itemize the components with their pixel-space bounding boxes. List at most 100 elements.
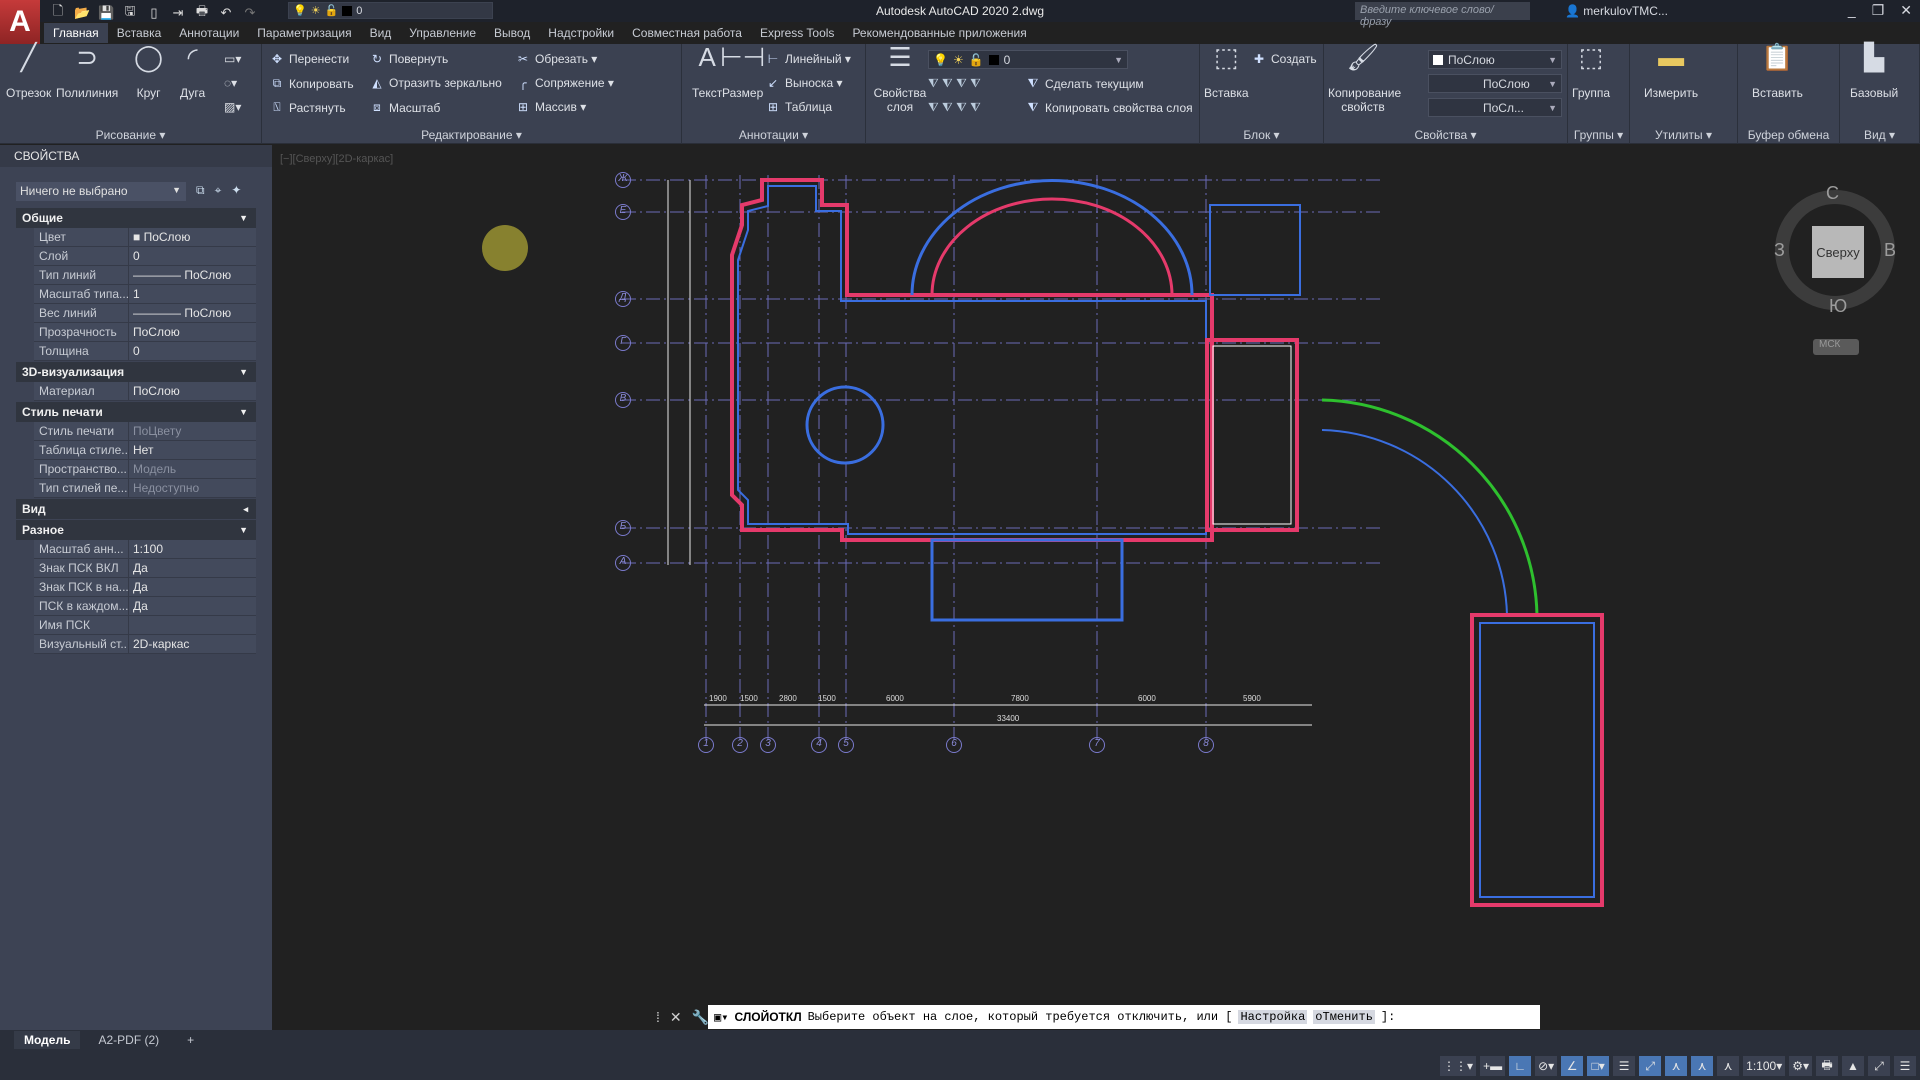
save-icon[interactable]: 💾 <box>98 5 114 21</box>
property-row[interactable]: Слой 0 <box>34 247 256 266</box>
mirror-button[interactable]: ◭ Отразить зеркально <box>370 76 501 90</box>
match-layer-button[interactable]: ⧨ Копировать свойства слоя <box>1026 100 1193 115</box>
move-button[interactable]: ✥ Перенести <box>270 52 349 66</box>
layer-properties-button[interactable]: ☰ Свойства слоя <box>870 44 930 114</box>
drawing-canvas[interactable]: [−][Сверху][2D-каркас] 1 2 3 4 5 6 7 8 1900 1500 2… <box>272 145 1920 1030</box>
panel-modify-title[interactable]: Редактирование ▾ <box>262 128 681 142</box>
selection-dropdown[interactable]: Ничего не выбрано ▼ <box>16 182 186 201</box>
property-row[interactable]: ПСК в каждом... Да <box>34 597 256 616</box>
collapse-icon[interactable]: ▼ <box>239 407 248 417</box>
user-account[interactable]: 👤 merkulovTMC... <box>1565 4 1668 18</box>
quick-select-icon[interactable]: ✦ <box>231 183 241 198</box>
option-settings[interactable]: Настройка <box>1238 1010 1308 1024</box>
text-button[interactable]: A Текст <box>692 44 722 100</box>
save-as-icon[interactable]: 🖫 <box>122 2 138 24</box>
property-value[interactable]: ———— ПоСлою <box>129 266 256 284</box>
category-3[interactable]: Вид ◂ <box>16 499 256 519</box>
linear-dim-button[interactable]: ⊢ Линейный ▾ <box>766 52 851 66</box>
open-icon[interactable]: 📂 <box>74 5 90 21</box>
close-icon[interactable]: ✕ <box>670 1009 682 1026</box>
hatch-button[interactable]: ▨▾ <box>224 100 241 114</box>
property-row[interactable]: Тип линий ———— ПоСлою <box>34 266 256 285</box>
property-row[interactable]: Цвет ■ ПоСлою <box>34 228 256 247</box>
property-row[interactable]: Знак ПСК ВКЛ Да <box>34 559 256 578</box>
property-row[interactable]: Визуальный ст... 2D-каркас <box>34 635 256 654</box>
tab-insert[interactable]: Вставка <box>108 23 171 43</box>
tab-output[interactable]: Вывод <box>485 23 539 43</box>
viewcube-west[interactable]: З <box>1774 240 1785 261</box>
linetype-dropdown[interactable]: ПоСлою ▼ <box>1428 74 1562 93</box>
panel-properties-title[interactable]: Свойства ▾ <box>1324 128 1567 142</box>
property-value[interactable] <box>129 616 256 634</box>
stretch-button[interactable]: ⍂ Растянуть <box>270 100 345 115</box>
property-row[interactable]: Масштаб типа... 1 <box>34 285 256 304</box>
property-row[interactable]: Масштаб анн... 1:100 <box>34 540 256 559</box>
category-0[interactable]: Общие ▼ <box>16 208 256 228</box>
property-row[interactable]: Имя ПСК <box>34 616 256 635</box>
lineweight-icon[interactable]: ☰ <box>1613 1056 1636 1076</box>
property-row[interactable]: Пространство... Модель <box>34 460 256 479</box>
property-value[interactable]: 2D-каркас <box>129 635 256 653</box>
osnap-tracking-icon[interactable]: ∠ <box>1561 1056 1584 1076</box>
undo-icon[interactable]: ↶ <box>218 5 234 21</box>
annotation-scale-icon[interactable]: ⋏ <box>1717 1056 1740 1076</box>
layer-tools-row2[interactable]: ⧨ ⧨ ⧨ ⧨ <box>928 100 981 115</box>
grid-icon[interactable]: ⋮⋮▾ <box>1440 1056 1477 1076</box>
polar-icon[interactable]: ⊘▾ <box>1535 1056 1558 1076</box>
viewcube-north[interactable]: С <box>1826 183 1839 204</box>
qat-layer-dropdown[interactable]: 💡 ☀ 🔓 0 <box>288 2 493 19</box>
match-properties-button[interactable]: 🖌 Копирование свойств <box>1328 44 1401 114</box>
web-icon[interactable]: ▯ <box>146 5 162 21</box>
property-value[interactable]: Модель <box>129 460 256 478</box>
snap-icon[interactable]: +▬ <box>1480 1056 1506 1076</box>
property-value[interactable]: Недоступно <box>129 479 256 497</box>
tab-home[interactable]: Главная <box>44 23 108 43</box>
array-button[interactable]: ⊞ Массив ▾ <box>516 100 586 114</box>
property-row[interactable]: Вес линий ———— ПоСлою <box>34 304 256 323</box>
table-button[interactable]: ⊞ Таблица <box>766 100 832 114</box>
polyline-button[interactable]: ⊃ Полилиния <box>56 44 118 100</box>
property-value[interactable]: Да <box>129 559 256 577</box>
property-row[interactable]: Материал ПоСлою <box>34 382 256 401</box>
property-row[interactable]: Таблица стиле... Нет <box>34 441 256 460</box>
dimension-button[interactable]: ⊢⊣ Размер <box>720 44 765 100</box>
trim-button[interactable]: ✂ Обрезать ▾ <box>516 52 597 66</box>
property-value[interactable]: 0 <box>129 342 256 360</box>
property-value[interactable]: Да <box>129 578 256 596</box>
make-current-button[interactable]: ⧨ Сделать текущим <box>1026 76 1144 91</box>
panel-view-title[interactable]: Вид ▾ <box>1840 128 1919 142</box>
customize-menu-icon[interactable]: ☰ <box>1894 1056 1916 1076</box>
print-icon[interactable]: 🖶 <box>194 2 210 24</box>
property-value[interactable]: Нет <box>129 441 256 459</box>
panel-draw-title[interactable]: Рисование ▾ <box>0 128 261 142</box>
leader-button[interactable]: ↙ Выноска ▾ <box>766 76 843 90</box>
paste-button[interactable]: 📋 Вставить <box>1752 44 1803 100</box>
collapse-icon[interactable]: ▼ <box>239 367 248 377</box>
tab-view[interactable]: Вид <box>361 23 401 43</box>
property-row[interactable]: Тип стилей пе... Недоступно <box>34 479 256 498</box>
plot-icon[interactable]: 🖶 <box>1816 1056 1838 1076</box>
property-value[interactable]: 0 <box>129 247 256 265</box>
new-icon[interactable]: 🗋 <box>50 2 66 24</box>
panel-annotation-title[interactable]: Аннотации ▾ <box>682 128 865 142</box>
tab-model[interactable]: Модель <box>14 1031 81 1049</box>
insert-block-button[interactable]: ⬚ Вставка <box>1204 44 1249 100</box>
tab-manage[interactable]: Управление <box>400 23 485 43</box>
tab-express-tools[interactable]: Express Tools <box>751 23 843 43</box>
panel-groups-title[interactable]: Группы ▾ <box>1568 128 1629 142</box>
collapse-icon[interactable]: ◂ <box>243 504 248 515</box>
viewcube-top-face[interactable]: Сверху <box>1812 226 1864 278</box>
property-value[interactable]: 1:100 <box>129 540 256 558</box>
property-value[interactable]: ПоСлою <box>129 323 256 341</box>
redo-icon[interactable]: ↷ <box>242 5 258 21</box>
ucs-menu[interactable]: МСК <box>1813 339 1859 355</box>
property-value[interactable]: 1 <box>129 285 256 303</box>
osnap-icon[interactable]: □▾ <box>1587 1056 1610 1076</box>
close-button[interactable]: ✕ <box>1900 2 1912 19</box>
category-2[interactable]: Стиль печати ▼ <box>16 402 256 422</box>
tab-layout-a2[interactable]: A2-PDF (2) <box>88 1031 169 1049</box>
tab-parametric[interactable]: Параметризация <box>248 23 360 43</box>
property-value[interactable]: ———— ПоСлою <box>129 304 256 322</box>
customize-icon[interactable]: 🔧 <box>692 1009 709 1026</box>
autoscale-icon[interactable]: ⋏ <box>1691 1056 1714 1076</box>
